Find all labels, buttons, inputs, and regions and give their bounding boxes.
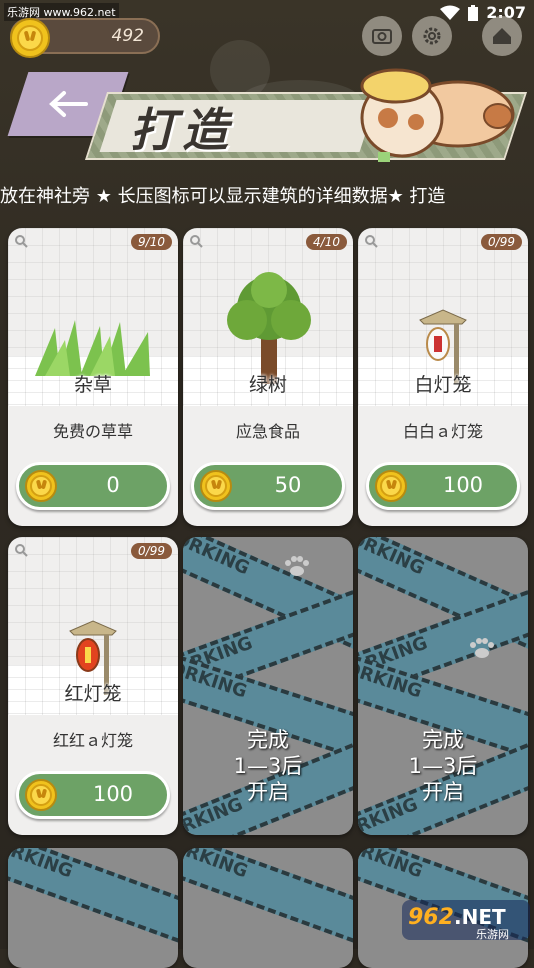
item-desc: 红红ａ灯笼 [52,731,133,750]
wifi-icon [440,5,461,20]
tip-text: 放在神社旁 ★ 长压图标可以显示建筑的详细数据★ 打造 [0,186,446,207]
price: 100 [442,473,484,497]
working-tape: WORKING [183,848,353,956]
back-arrow-icon [49,91,88,117]
item-name: 白灯笼 [414,374,472,396]
more-button[interactable] [482,16,522,56]
coin-balance: 492 [10,18,160,58]
coin-icon [10,18,50,58]
stock-count: 4/10 [306,234,347,250]
home-icon [493,28,511,44]
build-card-tree[interactable]: 4/10 绿树 应急食品 50 [183,228,353,526]
price: 100 [92,782,134,806]
item-desc: 免费の草草 [52,422,133,441]
settings-button[interactable] [412,16,452,56]
stock-count: 0/99 [131,543,172,559]
item-name: 绿树 [248,374,287,396]
unlock-hint: 完成 1—3后 开启 [233,728,303,804]
screenshot-button[interactable] [362,16,402,56]
buy-button[interactable]: 100 [366,462,520,510]
paw-icon [470,638,494,658]
magnifier-icon[interactable] [14,543,28,557]
coin-icon [25,470,57,502]
build-card-red-lantern[interactable]: 0/99 红灯笼 红红ａ灯笼 100 [8,537,178,835]
page-title: 打造 [130,103,234,157]
locked-slot: WORKING WORKING WORKING WORKING 完成 1—3后 开启 [183,537,353,835]
buy-button[interactable]: 100 [16,771,170,819]
buy-button[interactable]: 0 [16,462,170,510]
coin-amount: 492 [111,26,144,46]
locked-slot: WORKING [8,848,178,968]
coin-icon [25,779,57,811]
svg-text:.NET: .NET [454,905,506,929]
item-name: 杂草 [73,374,112,396]
item-desc: 应急食品 [235,422,300,441]
buy-button[interactable]: 50 [191,462,345,510]
mascot-icon [360,68,515,162]
stock-count: 9/10 [131,234,172,250]
price: 50 [274,473,302,497]
magnifier-icon[interactable] [364,234,378,248]
gear-icon [423,27,441,45]
magnifier-icon[interactable] [189,234,203,248]
locked-slot: WORKING WORKING WORKING WORKING 完成 1—3后 开启 [358,537,528,835]
locked-slot: WORKING [183,848,353,968]
camera-icon [372,29,392,44]
build-card-weeds[interactable]: 9/10 杂草 免费の草草 0 [8,228,178,526]
coin-icon [200,470,232,502]
unlock-hint: 完成 1—3后 开启 [408,728,478,804]
item-desc: 白白ａ灯笼 [402,422,483,441]
site-watermark-logo: 962 .NET 乐游网 [402,900,530,941]
build-card-white-lantern[interactable]: 0/99 白灯笼 白白ａ灯笼 100 [358,228,528,526]
price: 0 [106,473,120,497]
working-tape: WORKING [8,848,178,956]
coin-icon [375,470,407,502]
svg-text:乐游网: 乐游网 [476,928,509,941]
magnifier-icon[interactable] [14,234,28,248]
svg-text:962: 962 [408,905,454,930]
tip-marquee: 放在神社旁 ★ 长压图标可以显示建筑的详细数据★ 打造 [0,182,534,208]
paw-icon [285,556,309,576]
weeds-image [35,320,150,376]
item-name: 红灯笼 [64,683,122,705]
battery-icon [468,4,479,21]
stock-count: 0/99 [481,234,522,250]
